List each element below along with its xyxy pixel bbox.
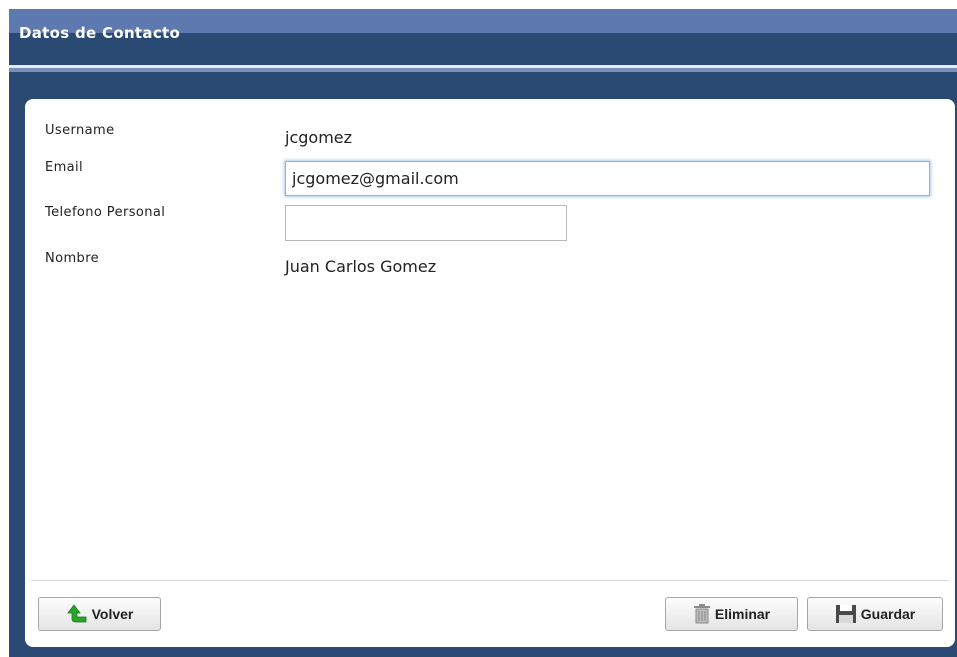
save-button[interactable]: Guardar	[807, 597, 943, 631]
floppy-disk-icon	[835, 604, 857, 624]
contact-form-panel: Username jcgomez Email Telefono Personal…	[25, 99, 955, 647]
name-value: Juan Carlos Gomez	[285, 257, 437, 276]
window-title: Datos de Contacto	[19, 24, 181, 42]
email-label: Email	[45, 160, 84, 175]
username-value: jcgomez	[285, 128, 353, 147]
email-input[interactable]	[285, 161, 930, 196]
back-button[interactable]: Volver	[38, 597, 161, 631]
back-button-label: Volver	[91, 606, 134, 622]
username-label: Username	[45, 123, 115, 138]
delete-button-label: Eliminar	[714, 606, 771, 622]
title-divider-shadow	[9, 68, 957, 72]
save-button-label: Guardar	[860, 606, 916, 622]
phone-input[interactable]	[285, 205, 567, 241]
back-arrow-icon	[66, 604, 88, 624]
footer-divider	[31, 580, 949, 581]
name-label: Nombre	[45, 251, 100, 266]
trash-icon	[693, 604, 711, 624]
contact-window: Datos de Contacto Username jcgomez Email…	[9, 9, 957, 657]
phone-label: Telefono Personal	[45, 205, 166, 220]
delete-button[interactable]: Eliminar	[665, 597, 798, 631]
